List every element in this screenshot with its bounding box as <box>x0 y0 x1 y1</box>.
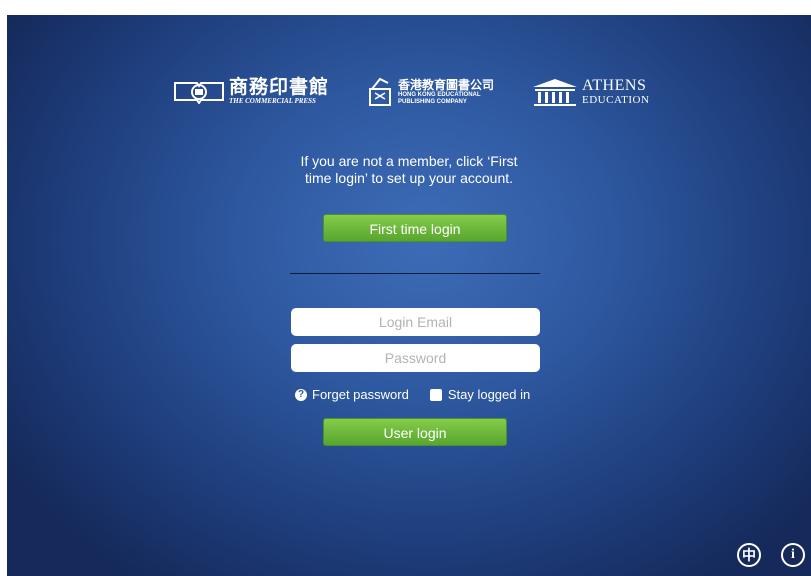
hk-educational-english-line2: PUBLISHING COMPANY <box>398 99 467 105</box>
language-switch-icon[interactable]: 中 <box>737 543 761 567</box>
forget-password-link[interactable]: ? Forget password <box>295 387 409 402</box>
athens-education-logo: ATHENS EDUCATION <box>531 77 649 107</box>
stay-logged-in-label: Stay logged in <box>447 387 531 402</box>
hk-educational-chinese-name: 香港教育圖書公司 <box>398 78 495 92</box>
login-options: ? Forget password Stay logged in <box>295 387 530 402</box>
first-time-login-button[interactable]: First time login <box>323 214 507 242</box>
signup-instruction-line1: If you are not a member, click ‘First <box>300 153 518 169</box>
hk-educational-logo: 香港教育圖書公司 HONG KONG EDUCATIONAL PUBLISHIN… <box>368 77 494 107</box>
book-emblem-icon <box>174 82 224 104</box>
stay-logged-in-toggle[interactable]: Stay logged in <box>429 387 531 402</box>
stay-logged-in-checkbox[interactable] <box>429 388 442 401</box>
question-icon: ? <box>295 388 307 401</box>
commercial-press-logo: 商務印書館 THE COMMERCIAL PRESS <box>173 77 329 105</box>
password-field[interactable] <box>291 344 540 372</box>
hk-educational-emblem-icon <box>369 77 391 106</box>
temple-icon <box>533 79 577 106</box>
login-email-field[interactable] <box>291 308 540 336</box>
info-icon[interactable]: i <box>781 543 805 567</box>
commercial-press-chinese-name: 商務印書館 <box>229 76 330 98</box>
publisher-logos: 商務印書館 THE COMMERCIAL PRESS 香港教育圖書公司 HONG… <box>7 77 811 123</box>
hk-educational-english-line1: HONG KONG EDUCATIONAL <box>398 92 481 98</box>
signup-instruction-line2: time login’ to set up your account. <box>304 170 514 186</box>
commercial-press-english-name: THE COMMERCIAL PRESS <box>229 97 316 105</box>
login-screen: 商務印書館 THE COMMERCIAL PRESS 香港教育圖書公司 HONG… <box>7 15 811 576</box>
user-login-button[interactable]: User login <box>323 418 507 446</box>
signup-instruction: If you are not a member, click ‘First ti… <box>7 153 811 187</box>
athens-name: ATHENS <box>582 77 647 94</box>
athens-education-name: EDUCATION <box>582 94 650 106</box>
divider <box>290 273 540 274</box>
forget-password-label: Forget password <box>312 387 409 402</box>
